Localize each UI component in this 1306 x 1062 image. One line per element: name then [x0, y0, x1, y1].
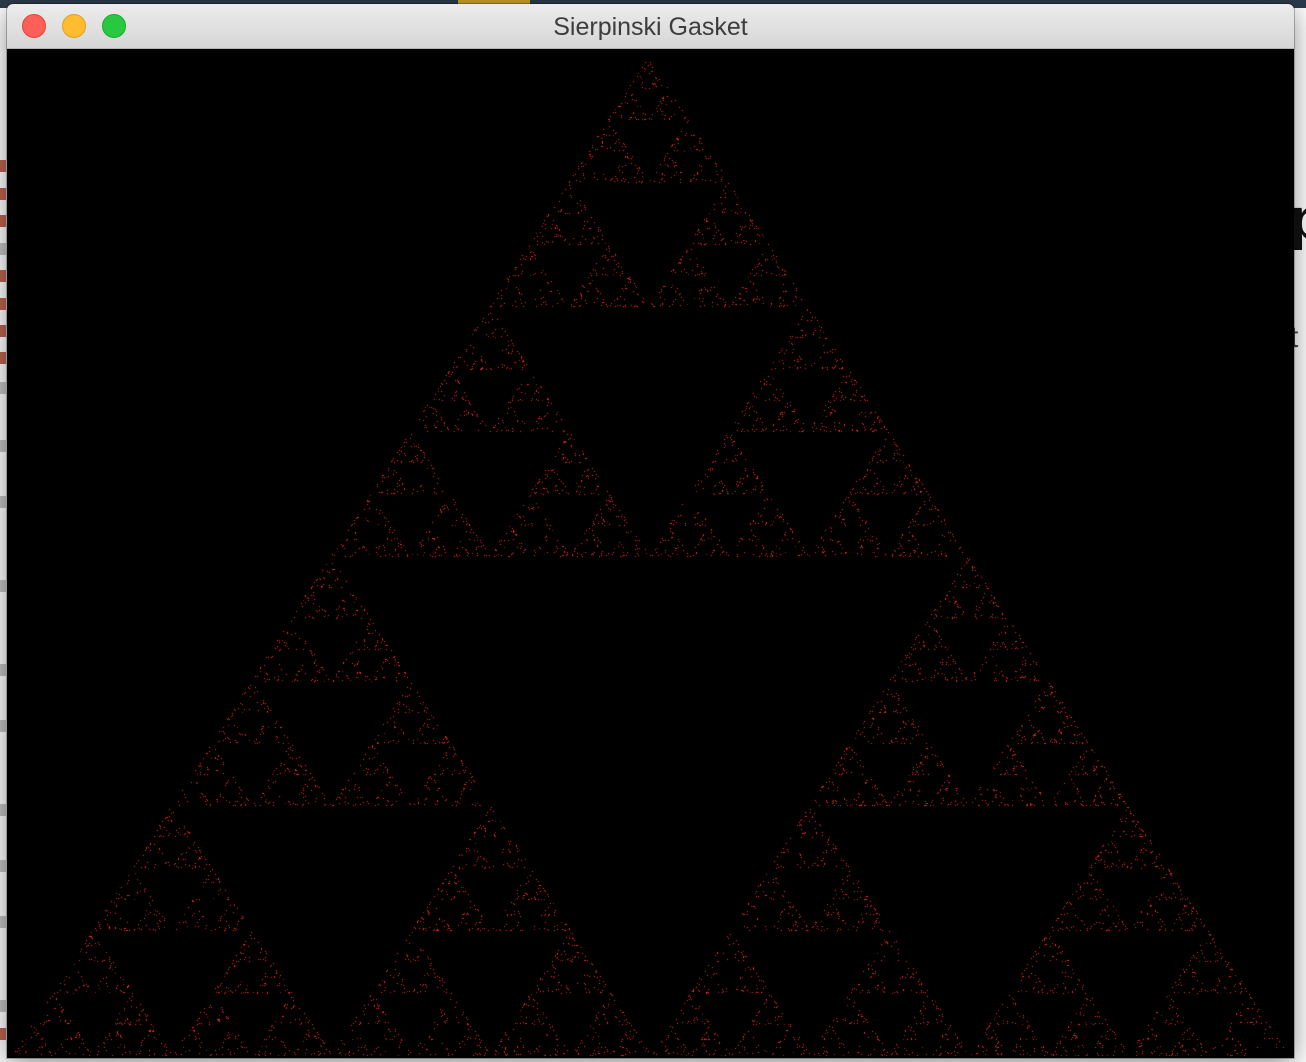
window-title: Sierpinski Gasket	[553, 13, 748, 41]
sierpinski-gasket-canvas	[7, 49, 1294, 1058]
gasket-canvas-area	[7, 49, 1294, 1058]
sierpinski-window: Sierpinski Gasket	[7, 4, 1294, 1058]
window-titlebar[interactable]: Sierpinski Gasket	[7, 4, 1294, 49]
